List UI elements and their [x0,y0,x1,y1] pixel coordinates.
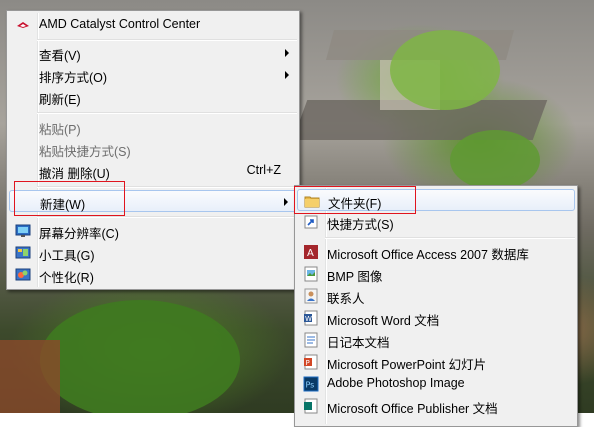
menu-item-label: BMP 图像 [327,270,383,284]
annotation-highlight-new [14,181,125,216]
desktop-context-menu: AMD Catalyst Control Center 查看(V) 排序方式(O… [6,10,300,290]
menu-separator [37,216,297,218]
menu-item-screen-resolution[interactable]: 屏幕分辨率(C) [9,220,297,242]
submenu-item-bmp[interactable]: BMP 图像 [297,263,575,285]
submenu-arrow-icon [285,49,289,57]
submenu-item-photoshop[interactable]: Ps Adobe Photoshop Image [297,373,575,395]
submenu-item-powerpoint[interactable]: P Microsoft PowerPoint 幻灯片 [297,351,575,373]
amd-icon [15,17,31,33]
wallpaper-foliage [450,130,540,190]
annotation-highlight-folder [294,186,416,214]
menu-item-label: AMD Catalyst Control Center [39,17,201,31]
submenu-item-shortcut[interactable]: 快捷方式(S) [297,211,575,233]
menu-item-label: Microsoft Office Publisher 文档 [327,402,498,416]
menu-item-gadgets[interactable]: 小工具(G) [9,242,297,264]
menu-item-label: 屏幕分辨率(C) [39,227,119,241]
shortcut-icon [303,214,319,230]
submenu-item-word[interactable]: W Microsoft Word 文档 [297,307,575,329]
menu-item-label: 粘贴快捷方式(S) [39,145,131,159]
menu-item-paste[interactable]: 粘贴(P) [9,116,297,138]
gadgets-icon [15,245,31,261]
menu-item-view[interactable]: 查看(V) [9,42,297,64]
menu-item-label: Adobe Photoshop Image [327,376,465,390]
menu-item-label: 小工具(G) [39,249,95,263]
wallpaper-foliage [390,30,500,110]
menu-item-shortcut: Ctrl+Z [246,163,281,177]
menu-item-label: 粘贴(P) [39,123,81,137]
access-icon: A [303,244,319,260]
wallpaper-foliage [40,300,240,413]
new-submenu: 文件夹(F) 快捷方式(S) A Microsoft Office Access… [294,185,578,427]
wallpaper-detail [0,340,60,413]
journal-icon [303,332,319,348]
publisher-icon [303,398,319,414]
svg-text:W: W [305,315,312,323]
submenu-item-contact[interactable]: 联系人 [297,285,575,307]
menu-item-paste-shortcut[interactable]: 粘贴快捷方式(S) [9,138,297,160]
menu-separator [325,237,575,239]
submenu-arrow-icon [285,71,289,79]
menu-item-label: 排序方式(O) [39,71,108,85]
powerpoint-icon: P [303,354,319,370]
bmp-icon [303,266,319,282]
submenu-arrow-icon [284,198,288,206]
menu-item-label: Microsoft PowerPoint 幻灯片 [327,358,487,372]
display-icon [15,223,31,239]
menu-item-label: Microsoft Word 文档 [327,314,440,328]
menu-item-label: 联系人 [327,292,365,306]
submenu-item-publisher[interactable]: Microsoft Office Publisher 文档 [297,395,575,417]
menu-item-personalize[interactable]: 个性化(R) [9,264,297,286]
menu-item-label: 查看(V) [39,49,81,63]
menu-item-amd-catalyst[interactable]: AMD Catalyst Control Center [9,14,297,36]
svg-text:P: P [306,359,310,367]
submenu-item-journal[interactable]: 日记本文档 [297,329,575,351]
menu-item-undo-delete[interactable]: 撤消 删除(U) Ctrl+Z [9,160,297,182]
menu-item-refresh[interactable]: 刷新(E) [9,86,297,108]
menu-item-label: 撤消 删除(U) [39,167,110,181]
menu-item-sort-by[interactable]: 排序方式(O) [9,64,297,86]
word-icon: W [303,310,319,326]
personalize-icon [15,267,31,283]
menu-item-label: 刷新(E) [39,93,81,107]
menu-item-label: Microsoft Office Access 2007 数据库 [327,248,529,262]
submenu-item-access-db[interactable]: A Microsoft Office Access 2007 数据库 [297,241,575,263]
svg-text:A: A [307,248,314,259]
menu-separator [37,39,297,41]
menu-item-label: 快捷方式(S) [327,218,394,232]
menu-item-label: 个性化(R) [39,271,94,285]
menu-item-label: 日记本文档 [327,336,390,350]
menu-separator [37,112,297,114]
photoshop-icon: Ps [303,376,319,392]
svg-text:Ps: Ps [306,381,315,390]
contact-icon [303,288,319,304]
